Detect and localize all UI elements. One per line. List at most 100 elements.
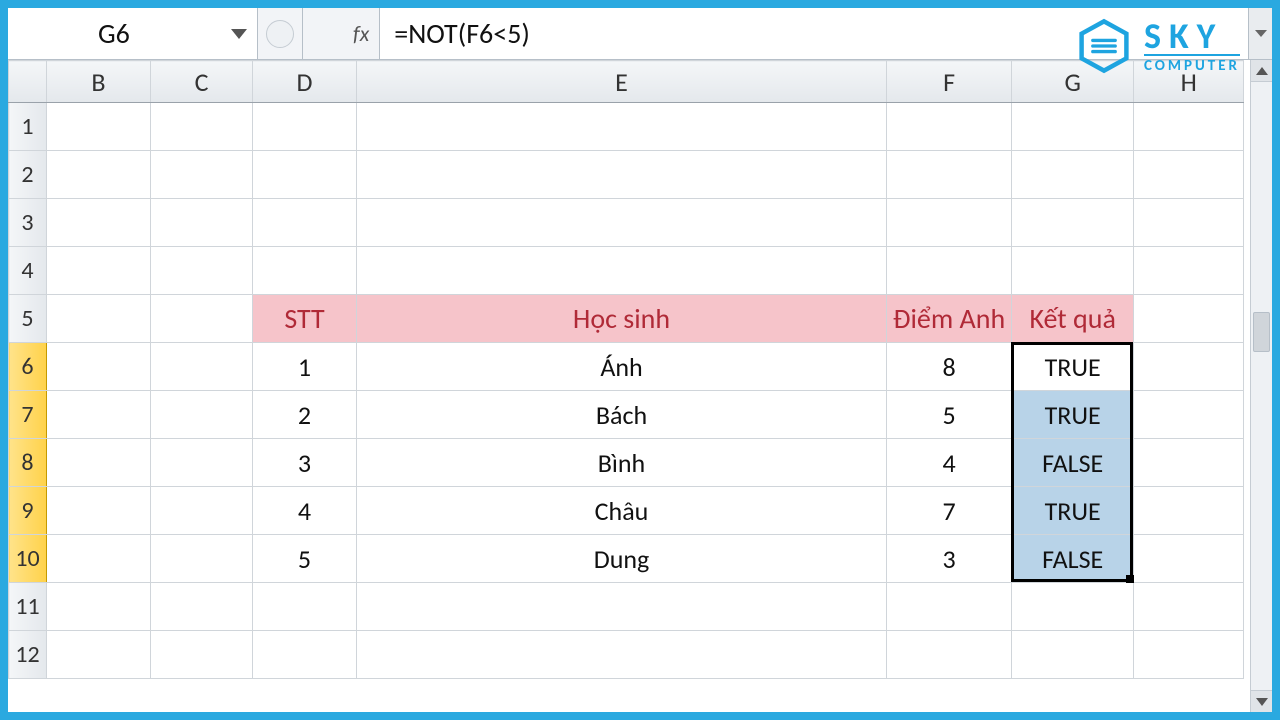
scroll-up-button[interactable] — [1251, 60, 1272, 82]
cancel-icon[interactable] — [266, 20, 294, 48]
cell-C2[interactable] — [151, 151, 253, 199]
cell-D2[interactable] — [253, 151, 357, 199]
row-header-1[interactable]: 1 — [9, 103, 47, 151]
cell-D3[interactable] — [253, 199, 357, 247]
cell-E8[interactable]: Bình — [357, 439, 887, 487]
cell-C8[interactable] — [151, 439, 253, 487]
row-header-10[interactable]: 10 — [9, 535, 47, 583]
scroll-track[interactable] — [1251, 82, 1272, 690]
cell-E6[interactable]: Ánh — [357, 343, 887, 391]
cell-E11[interactable] — [357, 583, 887, 631]
row-header-8[interactable]: 8 — [9, 439, 47, 487]
cell-C10[interactable] — [151, 535, 253, 583]
col-header-F[interactable]: F — [887, 61, 1012, 103]
formula-expand-button[interactable] — [1248, 8, 1272, 59]
cell-H3[interactable] — [1134, 199, 1244, 247]
cell-D9[interactable]: 4 — [253, 487, 357, 535]
row-header-11[interactable]: 11 — [9, 583, 47, 631]
cell-F1[interactable] — [887, 103, 1012, 151]
col-header-E[interactable]: E — [357, 61, 887, 103]
cell-F10[interactable]: 3 — [887, 535, 1012, 583]
worksheet[interactable]: B C D E F G H 1 — [8, 60, 1250, 712]
cell-F3[interactable] — [887, 199, 1012, 247]
cell-E12[interactable] — [357, 631, 887, 679]
fx-icon[interactable]: fx — [303, 8, 380, 59]
cell-C9[interactable] — [151, 487, 253, 535]
cell-F9[interactable]: 7 — [887, 487, 1012, 535]
cell-G6[interactable]: TRUE — [1012, 343, 1134, 391]
cell-H9[interactable] — [1134, 487, 1244, 535]
cell-C7[interactable] — [151, 391, 253, 439]
cell-G11[interactable] — [1012, 583, 1134, 631]
cell-G12[interactable] — [1012, 631, 1134, 679]
cell-B10[interactable] — [47, 535, 151, 583]
cell-E2[interactable] — [357, 151, 887, 199]
cell-H10[interactable] — [1134, 535, 1244, 583]
cell-H1[interactable] — [1134, 103, 1244, 151]
scroll-down-button[interactable] — [1251, 690, 1272, 712]
cell-G1[interactable] — [1012, 103, 1134, 151]
cell-H11[interactable] — [1134, 583, 1244, 631]
select-all-corner[interactable] — [9, 61, 47, 103]
cell-B8[interactable] — [47, 439, 151, 487]
vertical-scrollbar[interactable] — [1250, 60, 1272, 712]
cell-G8[interactable]: FALSE — [1012, 439, 1134, 487]
cell-C3[interactable] — [151, 199, 253, 247]
row-header-6[interactable]: 6 — [9, 343, 47, 391]
cell-F12[interactable] — [887, 631, 1012, 679]
col-header-H[interactable]: H — [1134, 61, 1244, 103]
cell-F6[interactable]: 8 — [887, 343, 1012, 391]
col-header-C[interactable]: C — [151, 61, 253, 103]
cell-D8[interactable]: 3 — [253, 439, 357, 487]
cell-D6[interactable]: 1 — [253, 343, 357, 391]
cell-C12[interactable] — [151, 631, 253, 679]
cell-D1[interactable] — [253, 103, 357, 151]
cell-F5[interactable]: Điểm Anh — [887, 295, 1012, 343]
cell-H6[interactable] — [1134, 343, 1244, 391]
cell-C11[interactable] — [151, 583, 253, 631]
scroll-thumb[interactable] — [1253, 312, 1270, 352]
cell-B3[interactable] — [47, 199, 151, 247]
cell-H2[interactable] — [1134, 151, 1244, 199]
cell-H8[interactable] — [1134, 439, 1244, 487]
cell-C6[interactable] — [151, 343, 253, 391]
cell-D12[interactable] — [253, 631, 357, 679]
cell-B6[interactable] — [47, 343, 151, 391]
cell-D11[interactable] — [253, 583, 357, 631]
row-header-3[interactable]: 3 — [9, 199, 47, 247]
cell-F8[interactable]: 4 — [887, 439, 1012, 487]
name-box[interactable]: G6 — [8, 8, 258, 59]
cell-F7[interactable]: 5 — [887, 391, 1012, 439]
cell-D7[interactable]: 2 — [253, 391, 357, 439]
cell-C4[interactable] — [151, 247, 253, 295]
cell-D4[interactable] — [253, 247, 357, 295]
cell-G9[interactable]: TRUE — [1012, 487, 1134, 535]
cell-E9[interactable]: Châu — [357, 487, 887, 535]
cell-E3[interactable] — [357, 199, 887, 247]
cell-E7[interactable]: Bách — [357, 391, 887, 439]
name-box-dropdown-icon[interactable] — [231, 29, 247, 39]
col-header-G[interactable]: G — [1012, 61, 1134, 103]
cell-F11[interactable] — [887, 583, 1012, 631]
cell-B11[interactable] — [47, 583, 151, 631]
cell-E5[interactable]: Học sinh — [357, 295, 887, 343]
cell-B7[interactable] — [47, 391, 151, 439]
cell-B5[interactable] — [47, 295, 151, 343]
cell-G10[interactable]: FALSE — [1012, 535, 1134, 583]
row-header-5[interactable]: 5 — [9, 295, 47, 343]
row-header-2[interactable]: 2 — [9, 151, 47, 199]
row-header-12[interactable]: 12 — [9, 631, 47, 679]
cell-H12[interactable] — [1134, 631, 1244, 679]
col-header-B[interactable]: B — [47, 61, 151, 103]
cell-G4[interactable] — [1012, 247, 1134, 295]
cell-D10[interactable]: 5 — [253, 535, 357, 583]
cell-F4[interactable] — [887, 247, 1012, 295]
row-header-7[interactable]: 7 — [9, 391, 47, 439]
cell-G5[interactable]: Kết quả — [1012, 295, 1134, 343]
formula-input[interactable]: =NOT(F6<5) — [380, 8, 1248, 59]
row-header-9[interactable]: 9 — [9, 487, 47, 535]
cell-G3[interactable] — [1012, 199, 1134, 247]
cell-B12[interactable] — [47, 631, 151, 679]
cell-G2[interactable] — [1012, 151, 1134, 199]
cell-F2[interactable] — [887, 151, 1012, 199]
